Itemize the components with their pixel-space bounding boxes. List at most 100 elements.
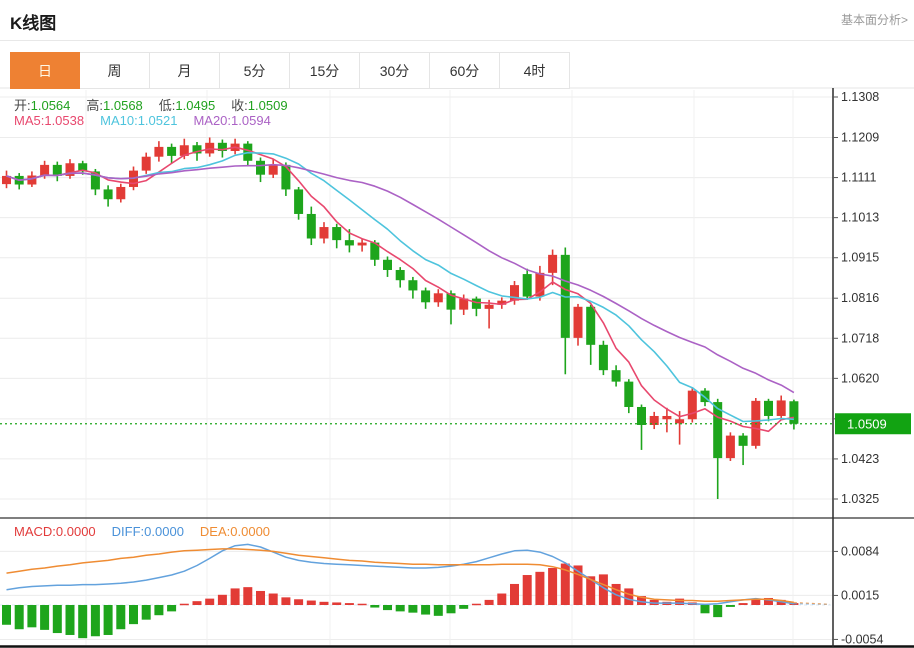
candle-body — [40, 164, 50, 176]
legend-item: DEA:0.0000 — [199, 524, 271, 539]
macd-bar — [471, 603, 481, 606]
legend-item: MA20:1.0594 — [193, 113, 271, 128]
tab-日[interactable]: 日 — [10, 52, 80, 89]
legend-item: 低:1.0495 — [158, 98, 216, 113]
candle-body — [484, 304, 494, 309]
candle-body — [725, 435, 735, 459]
fundamental-analysis-link[interactable]: 基本面分析> — [841, 11, 908, 28]
candle-body — [624, 381, 634, 407]
current-price-badge: 1.0509 — [835, 413, 911, 435]
dea-line — [6, 548, 795, 604]
macd-bar — [14, 605, 24, 630]
candle-body — [332, 227, 342, 241]
macd-bar — [116, 605, 126, 630]
legend-item: MA10:1.0521 — [100, 113, 178, 128]
macd-bar — [421, 605, 431, 615]
axis-tick-label: 1.0325 — [841, 492, 879, 506]
axis-tick-label: 1.0816 — [841, 291, 879, 305]
candle-body — [548, 254, 558, 273]
macd-bar — [243, 587, 253, 605]
candle-body — [764, 400, 773, 416]
macd-bar — [2, 605, 11, 625]
candle-body — [268, 164, 278, 175]
macd-bar — [192, 601, 202, 605]
macd-bar — [294, 599, 304, 605]
candle-body — [306, 213, 316, 239]
macd-bar — [167, 605, 177, 612]
macd-bar — [357, 603, 367, 606]
macd-bar — [256, 590, 265, 605]
macd-bar — [408, 605, 418, 613]
macd-bar — [484, 599, 494, 605]
candle-body — [738, 435, 748, 446]
gridlines — [0, 90, 833, 645]
macd-bar — [446, 605, 456, 614]
macd-bar — [383, 605, 392, 611]
tab-月[interactable]: 月 — [150, 52, 220, 89]
macd-bar — [179, 603, 189, 606]
tab-周[interactable]: 周 — [80, 52, 150, 89]
macd-bar — [268, 593, 278, 605]
axis-tick-label: 1.0718 — [841, 331, 879, 345]
candle-body — [294, 189, 304, 214]
tab-4时[interactable]: 4时 — [500, 52, 570, 89]
macd-bar — [205, 598, 215, 605]
candle-body — [281, 164, 291, 190]
candle-body — [662, 415, 672, 420]
candle-body — [319, 227, 329, 239]
candle-body — [776, 400, 786, 416]
axis-tick-label: 1.1111 — [841, 171, 876, 185]
candle-body — [154, 146, 164, 157]
candle-body — [789, 401, 799, 424]
macd-bar — [78, 605, 88, 639]
legend-item: 高:1.0568 — [86, 98, 143, 113]
candle-body — [116, 186, 126, 200]
axis-labels: 1.1308 1.1209 1.1111 1.1013 1.0915 1.0816 1.07… — [833, 90, 883, 646]
macd-bar — [497, 593, 507, 605]
macd-bar — [306, 600, 316, 605]
tab-30分[interactable]: 30分 — [360, 52, 430, 89]
macd-bar — [230, 588, 240, 605]
candle-body — [433, 293, 443, 303]
macd-bar — [459, 605, 469, 609]
macd-bar — [129, 605, 138, 625]
macd-bar — [535, 571, 545, 605]
kline-page: 1.1308 1.1209 1.1111 1.1013 1.0915 1.0816 1.07… — [0, 0, 914, 648]
page-header: K线图 基本面分析> — [0, 0, 914, 41]
macd-bar — [281, 597, 291, 605]
interval-tabs: 日周月 5分 15分 30分 60分 4时 — [10, 52, 570, 89]
tab-60分[interactable]: 60分 — [430, 52, 500, 89]
axis-tick-label: 1.0915 — [841, 251, 879, 265]
macd-bar — [395, 605, 405, 612]
ma-legend: MA5:1.0538 MA10:1.0521 MA20:1.0594 — [14, 113, 287, 128]
macd-legend: MACD:0.0000 DIFF:0.0000 DEA:0.0000 — [14, 524, 286, 539]
candlestick-layer — [2, 137, 799, 499]
candle-body — [27, 175, 37, 185]
candle-body — [167, 146, 177, 156]
candle-body — [598, 344, 608, 371]
candle-body — [408, 280, 418, 291]
candle-body — [344, 240, 354, 246]
tab-5分[interactable]: 5分 — [220, 52, 290, 89]
candle-body — [675, 419, 685, 424]
macd-bar — [713, 605, 723, 618]
candle-body — [471, 298, 481, 309]
macd-bar — [370, 605, 380, 608]
legend-item: 收:1.0509 — [231, 98, 288, 113]
candle-body — [383, 259, 392, 270]
page-title: K线图 — [10, 14, 57, 33]
macd-bar — [319, 601, 329, 605]
candle-body — [573, 306, 583, 338]
macd-bar — [548, 568, 558, 605]
macd-bar — [141, 605, 151, 620]
legend-item: DIFF:0.0000 — [111, 524, 184, 539]
axis-tick-label: 0.0015 — [841, 588, 879, 602]
legend-item: MACD:0.0000 — [14, 524, 96, 539]
macd-bar — [103, 605, 113, 635]
candle-body — [256, 160, 265, 175]
macd-bar — [344, 603, 354, 605]
tab-15分[interactable]: 15分 — [290, 52, 360, 89]
macd-bar — [27, 605, 37, 628]
axis-tick-label: -0.0054 — [841, 632, 883, 646]
candle-body — [522, 274, 532, 297]
